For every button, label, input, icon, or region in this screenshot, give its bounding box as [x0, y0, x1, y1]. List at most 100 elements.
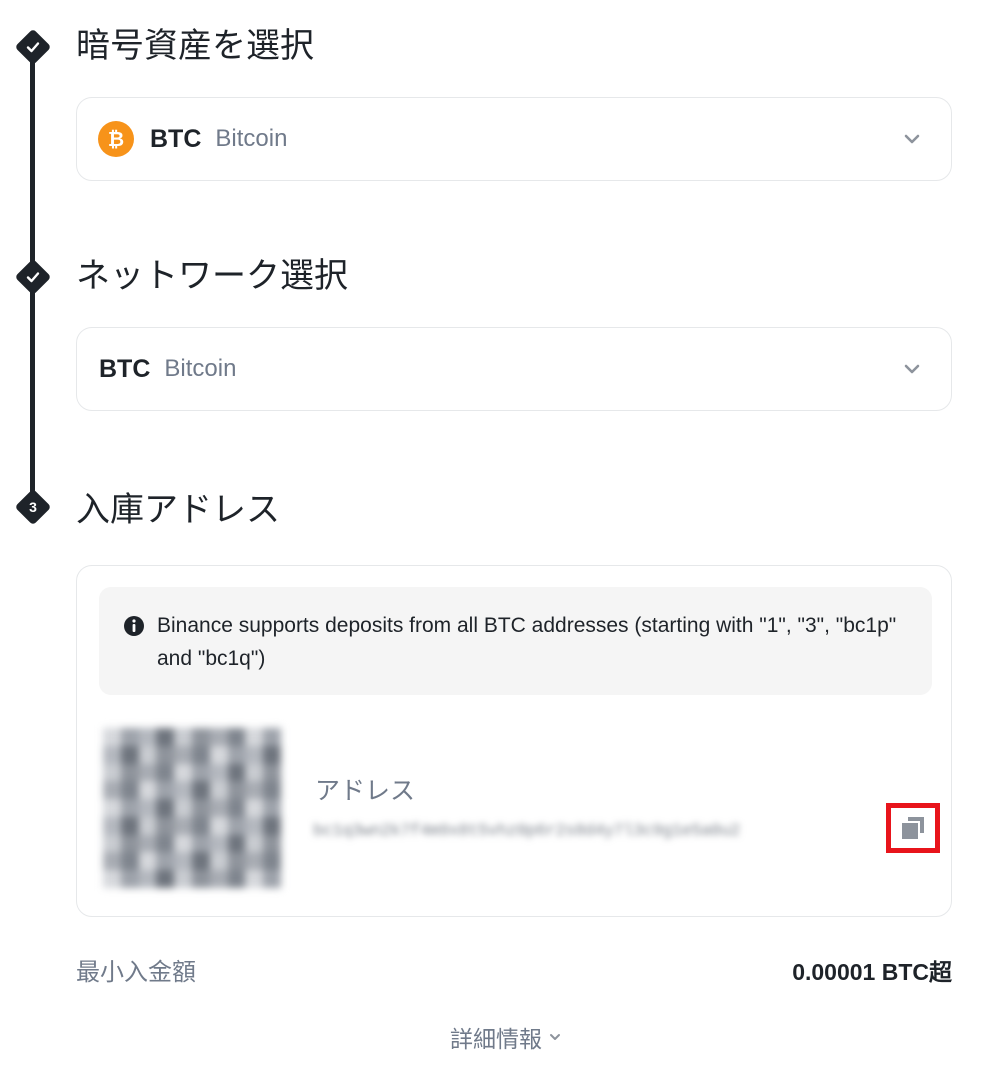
qr-module: [191, 870, 210, 888]
qr-module: [138, 763, 157, 782]
min-deposit-label: 最小入金額: [76, 958, 196, 986]
qr-module: [174, 763, 192, 782]
qr-module: [209, 834, 228, 853]
more-info-label: 詳細情報: [450, 1027, 542, 1053]
qr-module: [227, 745, 246, 764]
qr-module: [263, 870, 281, 888]
qr-module: [209, 799, 228, 817]
qr-module: [245, 870, 264, 888]
qr-module: [103, 745, 121, 764]
bitcoin-icon: ₿: [98, 121, 134, 157]
qr-module: [209, 870, 228, 888]
qr-module: [103, 852, 121, 871]
qr-module: [245, 763, 264, 782]
qr-module: [138, 834, 157, 853]
qr-module: [191, 834, 210, 853]
qr-module: [209, 728, 228, 746]
qr-module: [227, 781, 246, 800]
chevron-down-icon: [904, 134, 920, 144]
copy-icon: [902, 817, 924, 839]
qr-module: [245, 799, 264, 817]
qr-module: [191, 816, 210, 835]
qr-module: [245, 728, 264, 746]
network-select[interactable]: BTC Bitcoin: [76, 327, 952, 411]
qr-module: [138, 816, 157, 835]
min-deposit-value: 0.00001 BTC超: [792, 959, 952, 985]
qr-module: [263, 816, 281, 835]
check-icon: [15, 29, 51, 65]
qr-module: [191, 781, 210, 800]
qr-module: [138, 870, 157, 888]
qr-module: [120, 870, 139, 888]
qr-module: [263, 781, 281, 800]
qr-module: [120, 763, 139, 782]
qr-module: [263, 852, 281, 871]
qr-module: [191, 763, 210, 782]
qr-module: [156, 799, 175, 817]
qr-module: [156, 834, 175, 853]
qr-code[interactable]: [103, 728, 281, 888]
qr-module: [156, 763, 175, 782]
qr-module: [120, 781, 139, 800]
qr-module: [120, 728, 139, 746]
qr-module: [245, 816, 264, 835]
qr-module: [245, 781, 264, 800]
crypto-select[interactable]: ₿ BTC Bitcoin: [76, 97, 952, 181]
qr-module: [156, 816, 175, 835]
qr-module: [120, 852, 139, 871]
qr-module: [120, 745, 139, 764]
qr-module: [174, 728, 192, 746]
qr-module: [103, 799, 121, 817]
coin-symbol: BTC: [150, 124, 202, 153]
copy-address-button[interactable]: [886, 803, 940, 853]
more-info-toggle[interactable]: 詳細情報: [450, 1021, 562, 1053]
deposit-address-card: Binance supports deposits from all BTC a…: [76, 565, 952, 917]
qr-module: [156, 728, 175, 746]
qr-module: [227, 799, 246, 817]
qr-module: [191, 852, 210, 871]
qr-module: [156, 870, 175, 888]
qr-module: [103, 834, 121, 853]
qr-module: [156, 852, 175, 871]
qr-module: [209, 781, 228, 800]
notice-text: Binance supports deposits from all BTC a…: [157, 614, 897, 670]
qr-module: [103, 763, 121, 782]
qr-module: [209, 745, 228, 764]
step-2-title: ネットワーク選択: [76, 256, 348, 296]
address-label: アドレス: [315, 776, 416, 805]
address-value[interactable]: bc1q3wn2k7f4m9x8t5vhz0p6r2s8d4y7l3c9g1e5…: [313, 822, 818, 842]
qr-module: [227, 763, 246, 782]
qr-module: [156, 781, 175, 800]
qr-module: [138, 745, 157, 764]
qr-module: [103, 870, 121, 888]
qr-module: [209, 852, 228, 871]
qr-module: [174, 799, 192, 817]
step-1-title: 暗号資産を選択: [76, 26, 314, 66]
qr-module: [174, 870, 192, 888]
qr-module: [138, 781, 157, 800]
qr-module: [245, 745, 264, 764]
qr-module: [174, 745, 192, 764]
qr-module: [191, 728, 210, 746]
qr-module: [191, 799, 210, 817]
qr-module: [138, 799, 157, 817]
qr-module: [263, 728, 281, 746]
qr-module: [245, 852, 264, 871]
qr-module: [227, 870, 246, 888]
qr-module: [263, 763, 281, 782]
qr-module: [227, 834, 246, 853]
chevron-down-icon: [550, 1034, 560, 1040]
qr-module: [191, 745, 210, 764]
step-3-title: 入庫アドレス: [76, 490, 280, 530]
coin-name: Bitcoin: [215, 125, 288, 152]
step-3-number: 3: [29, 499, 37, 515]
qr-module: [263, 745, 281, 764]
check-icon: [15, 259, 51, 295]
qr-module: [174, 781, 192, 800]
network-name: Bitcoin: [164, 355, 237, 382]
qr-module: [263, 799, 281, 817]
chevron-down-icon: [904, 364, 920, 374]
qr-module: [120, 834, 139, 853]
qr-module: [209, 816, 228, 835]
qr-module: [174, 834, 192, 853]
